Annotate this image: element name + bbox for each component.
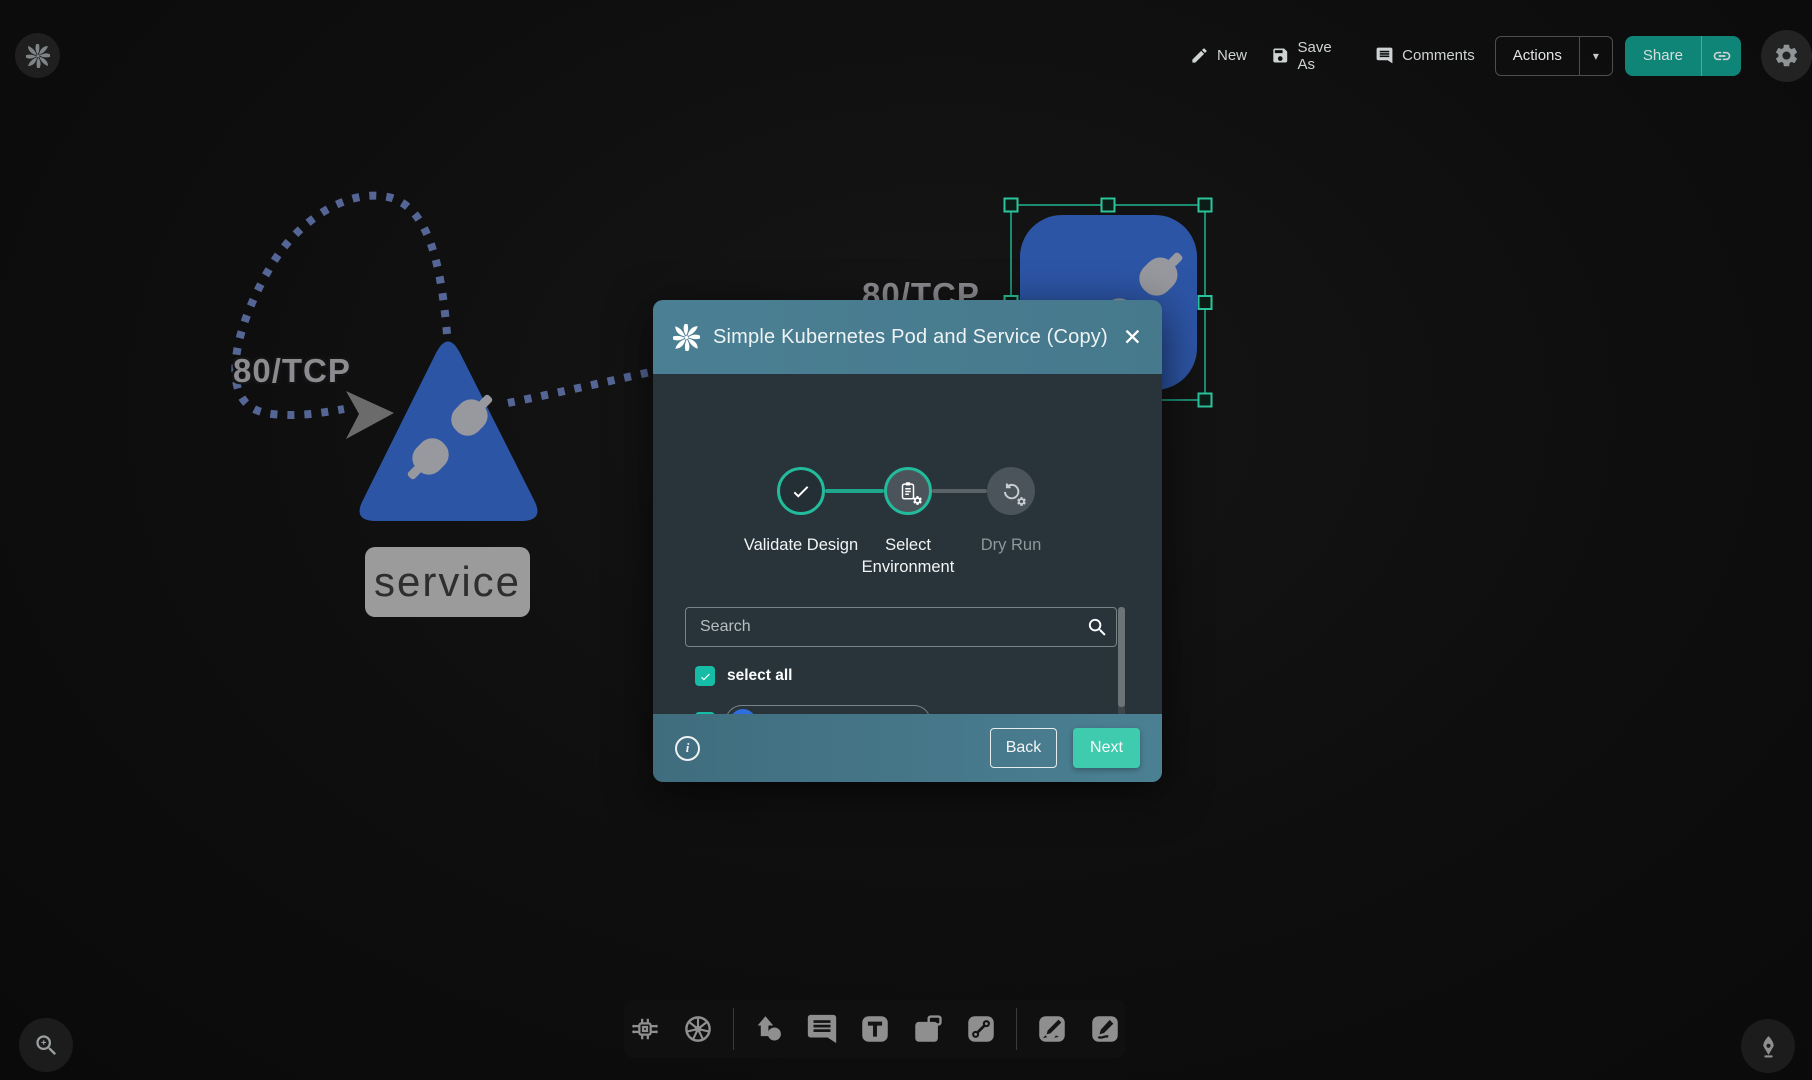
back-button[interactable]: Back (990, 728, 1057, 768)
shapes-icon (752, 1012, 786, 1046)
toolbar-divider (1016, 1008, 1017, 1050)
image-icon (911, 1012, 945, 1046)
select-all-label: select all (727, 667, 793, 685)
edge-link-icon (964, 1012, 998, 1046)
link-icon (1712, 46, 1732, 66)
pen-tool-button[interactable] (1034, 1011, 1070, 1047)
step-select-environment[interactable] (884, 467, 932, 515)
magnifier-plus-icon (33, 1032, 60, 1059)
select-all-checkbox[interactable] (695, 666, 715, 686)
text-icon (858, 1012, 892, 1046)
search-icon (1086, 616, 1109, 644)
floppy-icon (1271, 46, 1290, 65)
comment-icon (805, 1012, 839, 1046)
info-icon[interactable]: i (675, 736, 700, 761)
freehand-pen-button[interactable] (1741, 1019, 1795, 1073)
selection-handle[interactable] (1199, 296, 1212, 309)
gear-icon (1773, 42, 1800, 69)
comments-label: Comments (1402, 47, 1475, 64)
top-toolbar: New Save As Comments Actions ▾ Share (1190, 33, 1812, 78)
stepper-connector-inactive (932, 489, 987, 493)
dry-run-icon (1000, 480, 1023, 503)
chevron-down-icon[interactable]: ▾ (1580, 49, 1612, 63)
actions-dropdown-button[interactable]: Actions ▾ (1495, 36, 1613, 76)
new-label: New (1217, 47, 1247, 64)
modal-header: Simple Kubernetes Pod and Service (Copy)… (653, 300, 1162, 374)
comments-button[interactable]: Comments (1375, 46, 1475, 65)
sketch-pencil-icon (1088, 1012, 1122, 1046)
share-button[interactable]: Share (1625, 36, 1741, 76)
meshery-logo-icon (26, 44, 50, 68)
shapes-button[interactable] (751, 1011, 787, 1047)
selection-handle[interactable] (1102, 199, 1115, 212)
close-icon[interactable]: ✕ (1123, 326, 1142, 349)
step-dry-run[interactable] (987, 467, 1035, 515)
kubernetes-icon (681, 1012, 715, 1046)
meshery-logo-button[interactable] (15, 33, 60, 78)
relationship-tool-button[interactable] (963, 1011, 999, 1047)
kubernetes-components-button[interactable] (680, 1011, 716, 1047)
components-drawer-button[interactable] (627, 1011, 663, 1047)
next-button[interactable]: Next (1073, 728, 1140, 768)
media-tool-button[interactable] (910, 1011, 946, 1047)
settings-button[interactable] (1761, 30, 1812, 82)
new-button[interactable]: New (1190, 46, 1247, 65)
environment-search-input[interactable] (685, 607, 1117, 647)
modal-footer: i Back Next (653, 714, 1162, 782)
stepper-connector-active (825, 489, 884, 493)
edge-arrowhead (346, 391, 394, 439)
actions-label: Actions (1496, 47, 1579, 64)
step-label-dry-run: Dry Run (946, 534, 1076, 556)
component-icon (628, 1012, 662, 1046)
meshery-logo-icon (673, 324, 700, 351)
service-node-label: service (365, 547, 530, 617)
pen-nib-icon (1756, 1034, 1781, 1059)
canvas-toolbar (624, 1000, 1126, 1058)
selection-handle[interactable] (1005, 199, 1018, 212)
save-as-label: Save As (1298, 39, 1352, 73)
modal-body: Validate Design Select Environment Dry R… (653, 374, 1162, 714)
zoom-in-button[interactable] (19, 1018, 73, 1072)
check-icon (699, 670, 712, 683)
sketch-tool-button[interactable] (1087, 1011, 1123, 1047)
pencil-icon (1190, 46, 1209, 65)
deploy-design-modal: Simple Kubernetes Pod and Service (Copy)… (653, 300, 1162, 782)
edge-label-80-tcp: 80/TCP (233, 352, 351, 390)
check-icon (790, 480, 812, 502)
toolbar-divider (733, 1008, 734, 1050)
comment-tool-button[interactable] (804, 1011, 840, 1047)
copy-link-button[interactable] (1702, 46, 1741, 66)
save-as-button[interactable]: Save As (1271, 39, 1351, 73)
comment-icon (1375, 46, 1394, 65)
modal-title: Simple Kubernetes Pod and Service (Copy) (713, 326, 1110, 349)
share-label: Share (1625, 47, 1701, 64)
service-node[interactable] (360, 342, 538, 522)
selection-handle[interactable] (1199, 394, 1212, 407)
step-validate-design[interactable] (777, 467, 825, 515)
clipboard-gear-icon (897, 480, 919, 502)
text-tool-button[interactable] (857, 1011, 893, 1047)
pen-tool-icon (1035, 1012, 1069, 1046)
selection-handle[interactable] (1199, 199, 1212, 212)
